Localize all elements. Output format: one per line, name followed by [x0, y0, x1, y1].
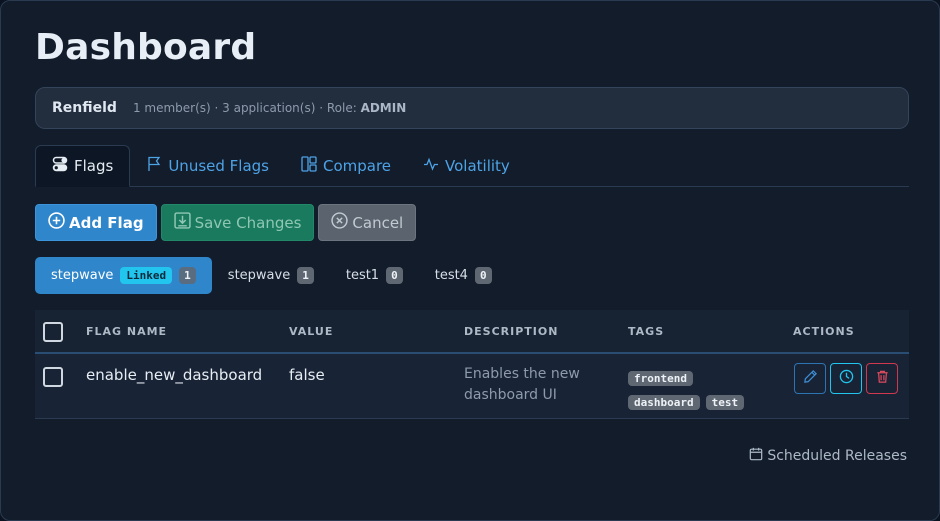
app-pill-stepwave[interactable]: stepwave 1: [212, 257, 330, 294]
edit-flag-button[interactable]: [794, 363, 826, 394]
app-pill-test4[interactable]: test4 0: [419, 257, 508, 294]
tab-unused-flags[interactable]: Unused Flags: [130, 145, 285, 186]
toggle-icon: [52, 156, 68, 176]
flags-table: FLAG NAME VALUE DESCRIPTION TAGS ACTIONS…: [35, 310, 909, 419]
tab-compare-label: Compare: [322, 156, 392, 175]
app-pill-stepwave-linked[interactable]: stepwave Linked 1: [35, 257, 212, 294]
page-title: Dashboard: [35, 27, 257, 68]
close-circle-icon: [331, 212, 349, 233]
app-name: test1: [345, 268, 380, 283]
tag-badge: test: [705, 395, 745, 410]
org-name: Renfield: [52, 100, 117, 116]
row-select-checkbox[interactable]: [43, 367, 63, 387]
org-role: ADMIN: [360, 101, 407, 115]
flag-count-badge: 0: [474, 267, 492, 284]
flag-count-badge: 1: [179, 267, 196, 284]
action-toolbar: Add Flag Save Changes Cancel: [35, 204, 417, 241]
org-meta: 1 member(s) · 3 application(s) · Role: A…: [133, 101, 406, 115]
tab-unused-flags-label: Unused Flags: [168, 156, 269, 175]
header-value: VALUE: [289, 324, 334, 338]
tab-volatility[interactable]: Volatility: [407, 145, 526, 186]
flag-tags-cell: frontend dashboard test: [628, 367, 788, 415]
header-flag-name: FLAG NAME: [86, 324, 168, 338]
app-pill-test1[interactable]: test1 0: [330, 257, 419, 294]
scheduled-releases-label: Scheduled Releases: [767, 448, 907, 464]
flag-value-cell[interactable]: false: [289, 366, 325, 384]
flag-count-badge: 0: [386, 267, 403, 284]
cancel-label: Cancel: [352, 213, 404, 232]
table-header: FLAG NAME VALUE DESCRIPTION TAGS ACTIONS: [35, 310, 909, 354]
app-name: stepwave: [227, 268, 291, 283]
compare-icon: [301, 155, 317, 176]
flag-name-cell: enable_new_dashboard: [86, 366, 263, 384]
flag-count-badge: 1: [297, 267, 314, 284]
scheduled-releases-link[interactable]: Scheduled Releases: [749, 447, 907, 465]
header-tags: TAGS: [628, 324, 665, 338]
org-meta-text: 1 member(s) · 3 application(s) · Role:: [132, 101, 361, 115]
application-selector: stepwave Linked 1 stepwave 1 test1 0 tes…: [35, 257, 508, 294]
plus-circle-icon: [48, 212, 65, 233]
flag-description-cell: Enables the new dashboard UI: [464, 366, 580, 403]
save-changes-button[interactable]: Save Changes: [160, 204, 315, 241]
save-download-icon: [173, 212, 191, 233]
tab-flags[interactable]: Flags: [35, 145, 131, 187]
tab-bar: Flags Unused Flags Compare Volatility: [35, 145, 909, 187]
tab-volatility-label: Volatility: [445, 156, 510, 175]
save-changes-label: Save Changes: [194, 213, 302, 232]
delete-flag-button[interactable]: [866, 363, 898, 394]
header-description: DESCRIPTION: [464, 324, 559, 338]
calendar-icon: [749, 447, 763, 465]
header-actions: ACTIONS: [793, 324, 855, 338]
tab-compare[interactable]: Compare: [285, 145, 407, 186]
linked-badge: Linked: [120, 267, 173, 284]
table-row: enable_new_dashboard false Enables the n…: [35, 354, 909, 419]
app-name: stepwave: [51, 268, 114, 283]
select-all-checkbox[interactable]: [43, 322, 63, 342]
flag-history-button[interactable]: [830, 363, 862, 394]
app-window: Dashboard Renfield 1 member(s) · 3 appli…: [0, 0, 940, 521]
pencil-icon: [803, 369, 818, 388]
org-info-bar: Renfield 1 member(s) · 3 application(s) …: [35, 87, 909, 129]
tab-flags-label: Flags: [74, 157, 114, 175]
tag-badge: dashboard: [628, 395, 700, 410]
activity-icon: [423, 156, 439, 176]
trash-icon: [875, 369, 890, 388]
add-flag-label: Add Flag: [69, 213, 144, 232]
clock-icon: [839, 369, 854, 388]
cancel-button[interactable]: Cancel: [318, 204, 417, 241]
tag-badge: frontend: [628, 371, 693, 386]
add-flag-button[interactable]: Add Flag: [35, 204, 157, 241]
app-name: test4: [434, 268, 468, 283]
flag-icon: [146, 156, 162, 176]
